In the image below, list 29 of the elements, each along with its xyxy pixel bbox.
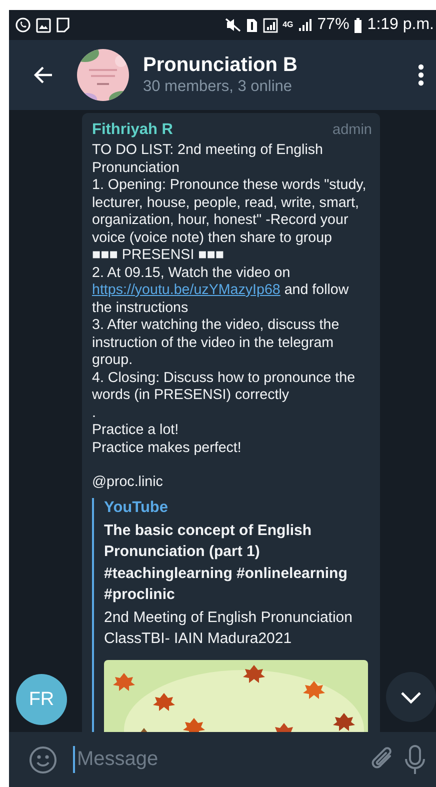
member-count: 30 members, 3 online <box>143 77 294 97</box>
link[interactable]: https://youtu.be/uzYMazyIp68 <box>92 282 280 298</box>
signal-box-icon <box>262 18 278 32</box>
preview-title: The basic concept of English Pronunciation (part 1) #teachinglearning #onlinelearning #proclinic <box>104 520 348 605</box>
microphone-icon <box>404 744 426 774</box>
sim-icon <box>246 18 258 32</box>
back-arrow-icon <box>33 66 53 84</box>
image-icon <box>36 18 51 32</box>
tablet-icon <box>56 17 70 33</box>
chat-title: Pronunciation B <box>143 53 298 77</box>
battery-percent: 77% <box>317 16 350 34</box>
preview-description: 2nd Meeting of English Pronunciation ClassTBI- IAIN Madura2021 <box>104 608 354 649</box>
message-field[interactable]: Message <box>73 746 366 773</box>
channel-handle: @proc.linic <box>92 474 164 492</box>
admin-label: admin <box>332 122 372 138</box>
sender-name[interactable]: Fithriyah R <box>92 120 173 140</box>
message-text: TO DO LIST: 2nd meeting of English Pronunciation 1. Opening: Pronounce these words "study, lecturer, house, people, read, write, smart, organization, hour, honest" -Record your voice (voice note) then share to group ■■■ PRESENSI ■■■ 2. At 09.15, Watch the video on https://youtu.be/uzYMazyIp68 and follow the instructions 3. After watching the video, discuss the instruction of the video in the telegram group. 4. Closing: Discuss how to pronounce the words (in PRESENSI) correctly . Practice a lot! Practice makes perfect! <box>92 142 368 457</box>
preview-site[interactable]: YouTube <box>104 498 372 518</box>
signal-icon <box>298 18 312 32</box>
more-icon <box>418 64 424 86</box>
network-type: 4G <box>282 21 294 29</box>
composer-bar[interactable]: Message <box>9 732 436 787</box>
smiley-icon <box>29 746 57 774</box>
chevron-down-icon <box>400 690 422 704</box>
clock: 1:19 p.m. <box>367 16 434 34</box>
mute-icon <box>224 18 241 32</box>
scroll-down-button[interactable] <box>386 672 436 722</box>
battery-icon <box>354 18 362 32</box>
chat-bubble-icon <box>15 17 31 33</box>
